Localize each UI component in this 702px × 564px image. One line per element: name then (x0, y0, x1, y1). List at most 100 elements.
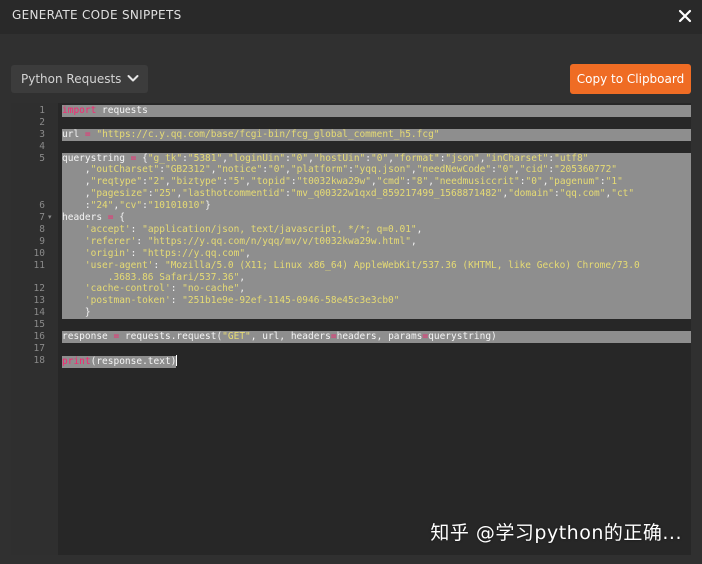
fold-toggle-icon[interactable]: ▾ (48, 212, 52, 224)
code-token: "loginUin" (227, 152, 286, 164)
code-token: querystring (62, 152, 131, 164)
code-token: "8" (411, 176, 429, 188)
copy-to-clipboard-button[interactable]: Copy to Clipboard (570, 64, 691, 94)
code-line: 13 'postman-token': "251b1e9e-92ef-1145-… (11, 295, 691, 308)
code-line-text: 'origin': "https://y.qq.com", (62, 247, 691, 260)
code-line: 11 'user-agent': "Mozilla/5.0 (X11; Linu… (11, 259, 691, 284)
code-token: , (84, 188, 91, 200)
code-line-text: headers = { (62, 212, 691, 224)
code-line: 4 (11, 141, 691, 153)
code-token: "251b1e9e-92ef-1145-0946-58e45c3e3cb0" (182, 295, 400, 307)
code-token: "format" (393, 152, 440, 164)
line-number: 9 (39, 235, 45, 247)
code-line: 6 (11, 200, 691, 212)
code-token: "pagenum" (548, 176, 600, 188)
code-token: requests (96, 105, 148, 116)
close-button[interactable] (672, 3, 698, 29)
code-token: , (410, 235, 417, 247)
code-token: "platform" (290, 164, 349, 176)
line-number: 3 (39, 128, 45, 140)
code-line-text: } (62, 307, 691, 320)
code-line: 12 'cache-control': "no-cache", (11, 283, 691, 296)
code-token: "no-cache" (182, 283, 240, 295)
line-number: 2 (39, 116, 45, 128)
code-line-text: 'referer': "https://y.qq.com/n/yqq/mv/v/… (62, 235, 691, 248)
code-token: headers, params (336, 330, 423, 342)
code-line-text: 'postman-token': "251b1e9e-92ef-1145-094… (62, 295, 691, 308)
code-token: 'postman-token' (84, 295, 171, 307)
code-token: "https://y.qq.com" (142, 247, 246, 259)
code-token: { (113, 212, 125, 224)
code-token: "t0032kwa29w" (296, 176, 371, 188)
code-token: , (416, 223, 423, 235)
code-token: "ct" (611, 188, 635, 200)
code-token: } (62, 307, 91, 319)
code-token: 'user-agent' (84, 259, 154, 271)
code-token: , (84, 176, 91, 188)
code-editor[interactable]: 1 import requests 2 3 url = "https://c.y.qq.… (11, 103, 691, 555)
line-number: 15 (33, 319, 45, 331)
code-line-text: print(response.text) (62, 354, 691, 368)
language-dropdown[interactable]: Python Requests (11, 65, 148, 93)
line-number: 8 (39, 223, 45, 235)
code-line: 15 (11, 319, 691, 331)
code-token: "cmd" (376, 176, 406, 188)
code-area[interactable]: 1 import requests 2 3 url = "https://c.y.qq.… (11, 105, 691, 368)
line-number: 7 (39, 212, 45, 224)
watermark-text: 知乎 @学习python的正确... (430, 522, 682, 544)
line-number: 14 (33, 307, 45, 319)
code-token: "0" (371, 152, 389, 164)
line-number: 6 (39, 200, 45, 212)
code-token: 'origin' (84, 247, 131, 259)
code-token: "0" (525, 176, 543, 188)
code-line: 9 'referer': "https://y.qq.com/n/yqq/mv/… (11, 235, 691, 248)
code-token: : (136, 235, 148, 247)
line-number: 16 (33, 330, 45, 342)
code-token: "topid" (250, 176, 291, 188)
code-token: "mv_q00322w1qxd_859217499_1568871482" (290, 188, 503, 200)
code-line: 14 } (11, 307, 691, 320)
line-number: 12 (33, 283, 45, 295)
code-token: "0" (267, 164, 286, 176)
code-line: 5 querystring = {"g_tk":"5381","loginUin"… (11, 152, 691, 213)
code-line: 17 (11, 343, 691, 355)
code-token: , url, headers (250, 330, 331, 342)
code-token: headers (62, 212, 108, 224)
code-line-text: url = "https://c.y.qq.com/base/fcgi-bin/… (62, 128, 691, 141)
code-line-text: 'accept': "application/json, text/javasc… (62, 223, 691, 236)
line-number: 4 (39, 140, 45, 152)
code-token: , (245, 247, 251, 259)
code-line-text: 'user-agent': "Mozilla/5.0 (X11; Linux x… (62, 259, 691, 284)
code-token: "1" (605, 176, 623, 188)
code-token: "205360772" (554, 164, 618, 176)
code-line-text: 'cache-control': "no-cache", (62, 283, 691, 296)
code-token: requests.request( (119, 330, 223, 342)
code-token: print (62, 355, 91, 367)
code-token: response (62, 330, 114, 342)
code-token: "2" (147, 176, 165, 188)
line-number: 5 (39, 152, 45, 164)
code-token: "utf8" (554, 152, 589, 164)
code-token: (response.text) (90, 355, 177, 367)
code-token: , (239, 271, 246, 283)
code-token: "cid" (519, 164, 549, 176)
code-token: , (239, 283, 246, 295)
code-token: 'referer' (84, 235, 137, 247)
code-token: : (130, 247, 143, 259)
code-token: 'cache-control' (84, 283, 171, 295)
code-token: "domain" (508, 188, 554, 200)
code-line: 2 (11, 117, 691, 129)
code-token: "needNewCode" (416, 164, 492, 176)
code-line: 16 response = requests.request("GET", url… (11, 330, 691, 343)
code-token: "json" (445, 152, 480, 164)
code-token: : (130, 223, 143, 235)
code-line-text: response = requests.request("GET", url, … (62, 330, 691, 343)
line-number: 11 (33, 259, 45, 271)
language-dropdown-label: Python Requests (21, 72, 122, 86)
code-token: , (84, 164, 91, 176)
line-number: 1 (39, 105, 45, 116)
